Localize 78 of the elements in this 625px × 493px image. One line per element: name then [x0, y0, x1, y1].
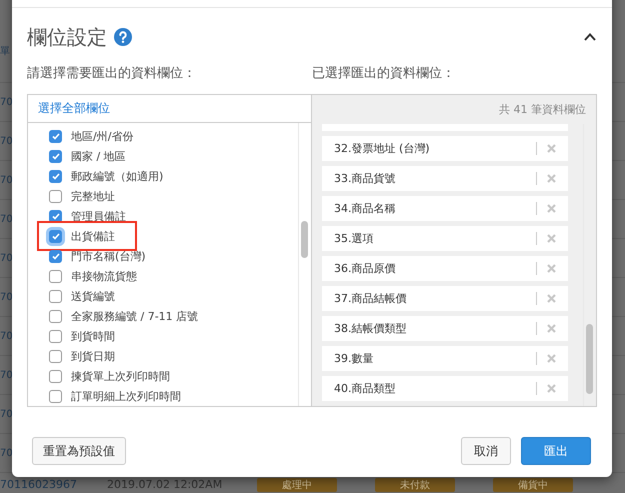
checkbox[interactable]: [49, 250, 62, 262]
field-label: 37.商品結帳價: [334, 291, 406, 306]
field-label: 送貨編號: [71, 288, 115, 304]
field-label: 訂單明細上次列印時間: [71, 388, 181, 404]
field-label: 32.發票地址 (台灣): [334, 141, 430, 156]
close-icon[interactable]: [547, 354, 556, 363]
checkbox[interactable]: [49, 350, 62, 362]
dialog-title: 欄位設定: [27, 24, 107, 50]
order-number[interactable]: 70: [0, 252, 13, 264]
reset-button[interactable]: 重置為預設值: [32, 437, 126, 465]
field-label: 門市名稱(台灣): [71, 248, 146, 264]
field-label: 串接物流貨態: [71, 268, 137, 284]
checkbox[interactable]: [49, 390, 62, 402]
checkbox[interactable]: [49, 150, 62, 162]
order-number[interactable]: 70116023967: [0, 478, 77, 491]
order-number[interactable]: 70: [0, 370, 13, 380]
checkmark-icon: [52, 252, 60, 260]
field-label: 出貨備註: [71, 228, 115, 244]
close-icon[interactable]: [547, 144, 556, 153]
select-all-link[interactable]: 選擇全部欄位: [38, 100, 110, 117]
order-number[interactable]: 70: [0, 136, 13, 146]
order-number[interactable]: 70: [0, 292, 13, 302]
field-label: 管理員備註: [71, 208, 126, 224]
order-number[interactable]: 70: [0, 448, 13, 458]
order-date: 2019.07.02 12:02AM: [106, 478, 224, 491]
order-number[interactable]: 70: [0, 330, 13, 342]
checkmark-icon: [52, 212, 60, 220]
field-label: 35.選項: [334, 231, 374, 246]
field-count: 共 41 筆資料欄位: [499, 102, 586, 117]
scrollbar-thumb[interactable]: [586, 324, 593, 394]
close-icon[interactable]: [547, 264, 556, 273]
field-label: 到貨時間: [71, 328, 115, 344]
close-icon[interactable]: [547, 204, 556, 213]
checkmark-icon: [52, 172, 60, 180]
checkmark-icon: [52, 232, 60, 240]
field-label: 地區/州/省份: [71, 128, 134, 144]
order-number[interactable]: 70: [0, 214, 13, 224]
status-badge: 處理中: [256, 478, 337, 492]
field-label: 36.商品原價: [334, 261, 396, 276]
scrollbar-thumb[interactable]: [301, 221, 308, 258]
selected-fields-label: 已選擇匯出的資料欄位：: [312, 65, 456, 83]
field-label: 國家 / 地區: [71, 148, 126, 164]
cancel-button[interactable]: 取消: [461, 437, 511, 465]
checkmark-icon: [52, 152, 60, 160]
checkmark-icon: [52, 132, 60, 140]
order-number[interactable]: 70: [0, 408, 13, 420]
checkbox[interactable]: [49, 130, 62, 142]
field-label: 郵政編號（如適用): [71, 168, 164, 184]
field-label: 38.結帳價類型: [334, 321, 406, 336]
field-label: 完整地址: [71, 188, 115, 204]
close-icon[interactable]: [547, 174, 556, 183]
close-icon[interactable]: [547, 324, 556, 333]
field-label: 40.商品類型: [334, 381, 396, 396]
checkbox[interactable]: [49, 190, 62, 202]
close-icon[interactable]: [547, 234, 556, 243]
checkbox[interactable]: [49, 270, 62, 282]
checkbox[interactable]: [49, 170, 62, 182]
status-badge: 未付款: [374, 478, 455, 492]
field-label: 39.數量: [334, 351, 374, 366]
checkbox[interactable]: [49, 330, 62, 342]
order-number[interactable]: 單: [0, 44, 10, 58]
checkbox[interactable]: [49, 310, 62, 322]
field-label: 34.商品名稱: [334, 201, 396, 216]
field-label: 33.商品貨號: [334, 171, 396, 186]
checkbox[interactable]: [49, 290, 62, 302]
available-fields-label: 請選擇需要匯出的資料欄位：: [27, 65, 197, 83]
checkbox[interactable]: [49, 370, 62, 382]
export-button[interactable]: 匯出: [521, 437, 591, 465]
order-number[interactable]: 70: [0, 174, 13, 186]
close-icon[interactable]: [547, 384, 556, 393]
checkbox[interactable]: [49, 210, 62, 222]
help-icon[interactable]: [114, 28, 132, 46]
close-icon[interactable]: [547, 294, 556, 303]
status-badge: 備貨中: [492, 478, 573, 492]
field-label: 全家服務編號 / 7-11 店號: [71, 308, 198, 324]
field-label: 到貨日期: [71, 348, 115, 364]
field-label: 揀貨單上次列印時間: [71, 368, 170, 384]
order-number[interactable]: 70: [0, 96, 13, 108]
